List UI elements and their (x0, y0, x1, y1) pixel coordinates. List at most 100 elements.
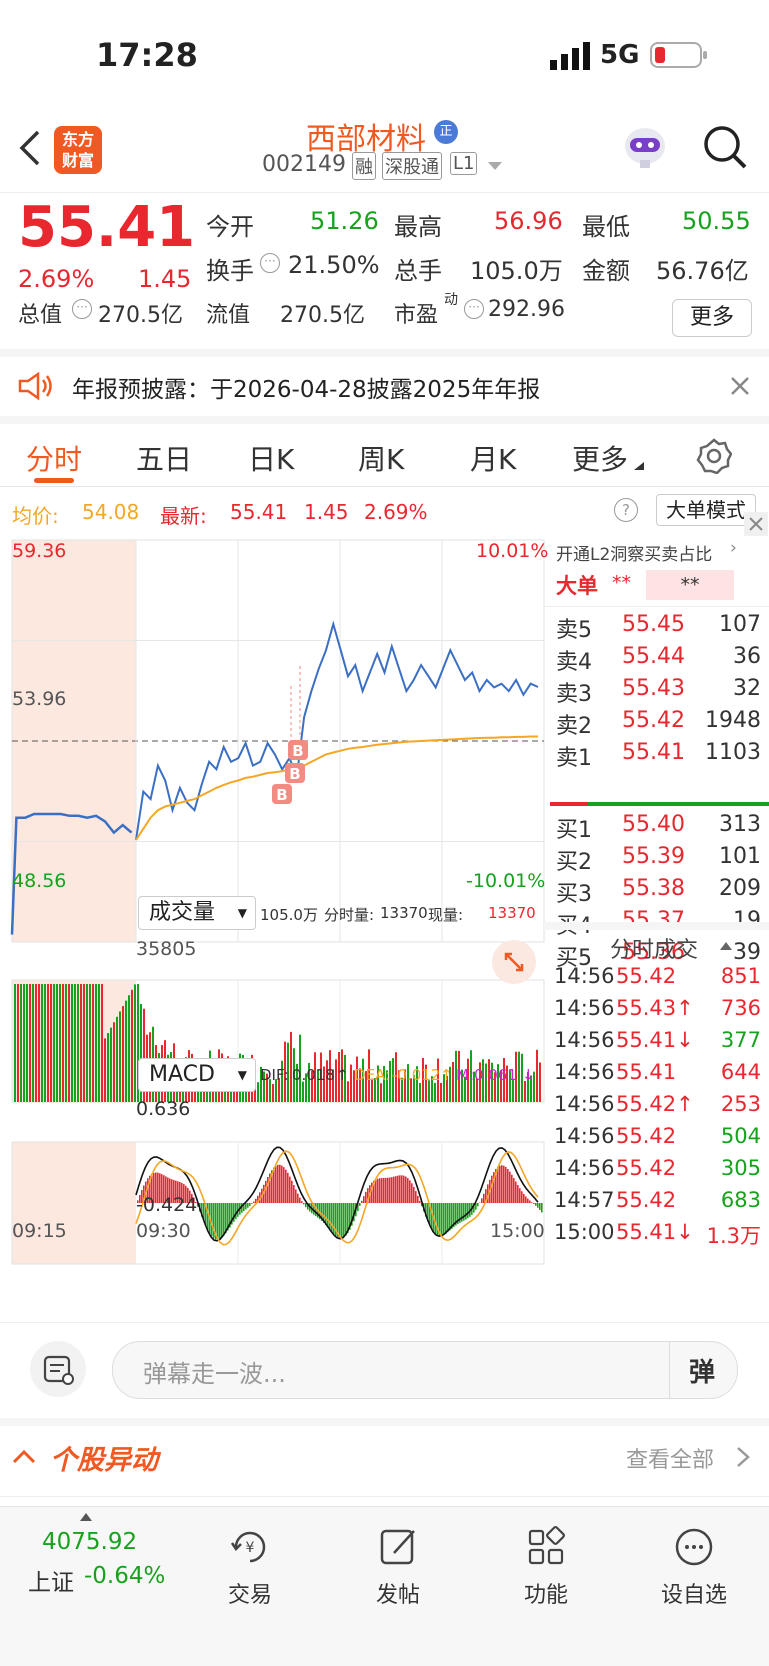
collapse-chevron-icon[interactable] (12, 1448, 36, 1464)
tab-five-day[interactable]: 五日 (136, 438, 192, 478)
view-all-link[interactable]: 查看全部 (626, 1442, 714, 1474)
intraday-chart[interactable]: BBB (0, 536, 545, 1322)
pe-sup: 动 (444, 289, 458, 309)
buy-marker: B (272, 784, 292, 804)
tick-price: 55.41↓ (616, 1220, 694, 1244)
volume-indicator-select[interactable]: 成交量 ▼ (138, 896, 256, 930)
tick-price: 55.42 (616, 1188, 676, 1212)
ask-row[interactable]: 卖555.45107 (544, 612, 769, 642)
tab-weekly-k[interactable]: 周K (358, 438, 404, 478)
bid-volume: 39 (733, 940, 761, 965)
macd-bar (477, 1203, 479, 1206)
volume-bar (56, 984, 58, 1102)
macd-bar (445, 1203, 447, 1234)
volume-indicator-label: 成交量 (149, 897, 215, 929)
help-icon[interactable]: ? (614, 498, 638, 522)
ask-price: 55.44 (622, 644, 685, 669)
turnover-label: 换手 (206, 251, 254, 286)
ask-level: 卖2 (556, 708, 592, 740)
float-value: 270.5亿 (280, 297, 365, 329)
search-icon[interactable] (702, 124, 748, 170)
macd-bar (465, 1203, 467, 1220)
volume-bar (518, 1052, 520, 1102)
volume-bar (95, 984, 97, 1102)
tick-row: 14:5755.42683 (544, 1188, 769, 1218)
volume-bar (35, 984, 37, 1102)
volume-bar (134, 984, 136, 1102)
macd-bar (395, 1176, 397, 1203)
pct-bottom-label: -10.01% (466, 870, 545, 892)
tick-volume: 253 (721, 1092, 761, 1116)
macd-bar (411, 1183, 413, 1203)
chevron-down-icon[interactable] (488, 162, 502, 172)
arrow-down-icon: ↓ (522, 1066, 535, 1084)
stock-header: 东方 财富 西部材料 正 002149 融 深股通 L1 (0, 110, 769, 192)
more-button[interactable]: 更多 (672, 299, 752, 337)
chevron-right-icon[interactable] (736, 1446, 750, 1468)
amount-value: 56.76亿 (656, 251, 749, 286)
big-order-label: 大单 (556, 570, 598, 600)
macd-bar (399, 1175, 401, 1203)
tab-more[interactable]: 更多 (572, 438, 628, 478)
app-logo[interactable]: 东方 财富 (54, 126, 102, 174)
ticks-title[interactable]: 分时成交 (610, 932, 698, 964)
tag-margin: 融 (352, 152, 376, 180)
announcement-bar[interactable]: 年报预披露：于2026-04-28披露2025年年报 (0, 356, 769, 424)
bid-row[interactable]: 买155.40313 (544, 812, 769, 842)
volume-bar (65, 984, 67, 1102)
ask-row[interactable]: 卖255.421948 (544, 708, 769, 738)
settings-gear-icon[interactable] (696, 438, 732, 474)
bid-price: 55.38 (622, 876, 685, 901)
tick-volume: 736 (721, 996, 761, 1020)
macd-bar (377, 1179, 379, 1203)
back-arrow-icon[interactable] (18, 128, 42, 168)
danmu-toggle-icon[interactable]: 弹 (689, 1352, 715, 1389)
info-dots-icon[interactable]: ··· (260, 253, 280, 273)
ask-row[interactable]: 卖355.4332 (544, 676, 769, 706)
macd-indicator-select[interactable]: MACD ▼ (138, 1058, 256, 1092)
macd-bar (467, 1203, 469, 1218)
volume-bar (89, 984, 91, 1102)
bid-row[interactable]: 买255.39101 (544, 844, 769, 874)
big-order-mode-button[interactable]: 大单模式 (656, 494, 756, 526)
bottom-nav: 4075.92 上证 -0.64% ¥ 交易 发帖 功能 设自选 (0, 1506, 769, 1666)
volume-bar (128, 995, 130, 1102)
watchlist-icon (672, 1525, 716, 1569)
chevron-right-icon[interactable]: › (730, 538, 737, 558)
volume-bar (539, 1063, 541, 1102)
nav-watchlist[interactable]: 设自选 (634, 1525, 754, 1609)
robot-assistant-icon[interactable] (620, 120, 670, 172)
macd-bar (515, 1182, 517, 1203)
ask-row[interactable]: 卖155.411103 (544, 740, 769, 770)
macd-bar (235, 1203, 237, 1219)
index-value[interactable]: 4075.92 (42, 1529, 137, 1555)
bid-price: 55.39 (622, 844, 685, 869)
nav-trade[interactable]: ¥ 交易 (190, 1525, 310, 1609)
tick-price: 55.42 (616, 964, 676, 988)
close-icon[interactable] (730, 376, 750, 396)
avg-label: 均价: (12, 500, 59, 529)
macd-bar (381, 1178, 383, 1203)
tab-daily-k[interactable]: 日K (248, 438, 294, 478)
ask-volume: 107 (719, 612, 761, 637)
info-dots-icon[interactable]: ··· (72, 299, 92, 319)
tab-monthly-k[interactable]: 月K (470, 438, 516, 478)
macd-bar (361, 1201, 363, 1203)
tick-price: 55.42↑ (616, 1092, 694, 1116)
expand-button[interactable] (492, 940, 536, 984)
tab-intraday[interactable]: 分时 (26, 438, 82, 478)
period-tabs: 分时 五日 日K 周K 月K 更多 (0, 424, 769, 487)
comment-settings-button[interactable] (30, 1341, 86, 1397)
close-icon[interactable] (744, 512, 768, 536)
post-icon (376, 1525, 420, 1569)
danmu-input[interactable]: 弹幕走一波... 弹 (112, 1341, 738, 1399)
info-dots-icon[interactable]: ··· (464, 299, 484, 319)
bid-row[interactable]: 买355.38209 (544, 876, 769, 906)
tick-volume: 683 (721, 1188, 761, 1212)
low-label: 最低 (582, 207, 630, 242)
l2-promo-text[interactable]: 开通L2洞察买卖占比 (556, 540, 712, 565)
turnover-value: 21.50% (288, 251, 380, 279)
nav-apps[interactable]: 功能 (486, 1525, 606, 1609)
ask-row[interactable]: 卖455.4436 (544, 644, 769, 674)
nav-post[interactable]: 发帖 (338, 1525, 458, 1609)
